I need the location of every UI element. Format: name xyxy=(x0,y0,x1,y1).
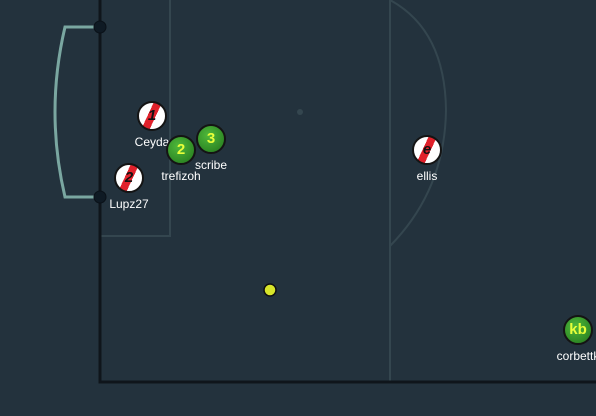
player-number: 2 xyxy=(176,141,186,158)
player-scribe[interactable]: 3 scribe xyxy=(195,124,227,172)
player-number: e xyxy=(422,141,432,158)
player-ceyda[interactable]: 1 Ceyda xyxy=(135,101,169,149)
center-circle-arc xyxy=(389,0,448,247)
player-corbettk[interactable]: kb corbettk xyxy=(557,315,596,363)
boundary-line xyxy=(98,0,596,384)
penalty-spot xyxy=(297,109,303,115)
player-number: 3 xyxy=(206,130,216,147)
player-trefizoh[interactable]: 2 trefizoh xyxy=(161,135,201,183)
player-ellis[interactable]: e ellis xyxy=(412,135,442,183)
player-name: ellis xyxy=(416,169,438,183)
player-name: Lupz27 xyxy=(109,197,149,211)
player-number: kb xyxy=(569,321,587,338)
player-lupz27[interactable]: 2 Lupz27 xyxy=(109,163,149,211)
player-number: 1 xyxy=(147,107,157,124)
player-name: Ceyda xyxy=(134,135,170,149)
ball[interactable] xyxy=(263,283,277,297)
player-number: 2 xyxy=(124,169,134,186)
pitch xyxy=(53,0,596,384)
player-name: corbettk xyxy=(556,349,596,363)
goal-post-top xyxy=(93,20,107,34)
player-name: scribe xyxy=(194,158,228,172)
goal-post-bottom xyxy=(93,190,107,204)
goal-net xyxy=(53,25,100,199)
